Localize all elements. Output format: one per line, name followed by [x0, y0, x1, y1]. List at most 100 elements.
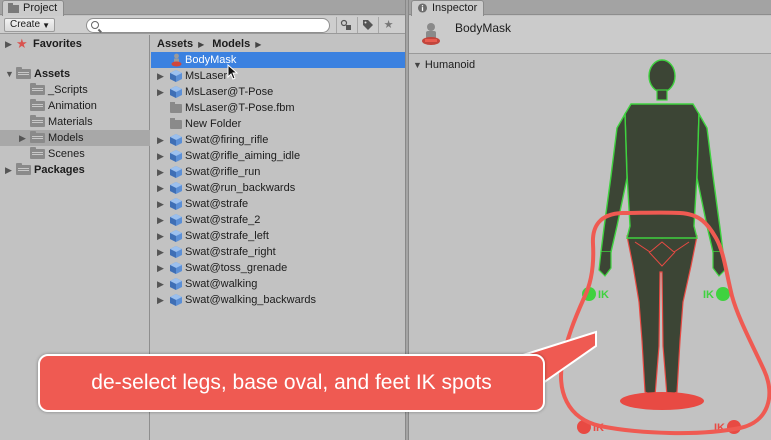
file-row[interactable]: ▶ Swat@rifle_run: [151, 164, 405, 180]
tree-item-materials[interactable]: Materials: [0, 114, 150, 130]
tree-label: Materials: [48, 116, 93, 128]
expand-arrow-icon[interactable]: ▶: [157, 196, 164, 212]
tree-item-scripts[interactable]: _Scripts: [0, 82, 150, 98]
expand-arrow-icon[interactable]: ▶: [157, 228, 164, 244]
file-label: Swat@run_backwards: [185, 182, 296, 194]
left-hand-ik-toggle[interactable]: IK: [582, 287, 609, 301]
expand-arrow-icon[interactable]: ▶: [157, 276, 164, 292]
tree-item-assets[interactable]: ▼ Assets: [0, 66, 150, 82]
breadcrumb-assets[interactable]: Assets: [157, 38, 193, 50]
legs-region[interactable]: [626, 235, 698, 397]
humanoid-foldout[interactable]: ▼ Humanoid: [413, 58, 475, 72]
tab-inspector[interactable]: Inspector: [411, 0, 485, 16]
right-foot-ik-toggle[interactable]: IK: [714, 420, 741, 434]
tab-project[interactable]: Project: [2, 0, 65, 16]
svg-text:IK: IK: [598, 289, 609, 301]
expand-arrow-icon[interactable]: ▶: [157, 260, 164, 276]
filter-by-label-button[interactable]: [357, 17, 377, 33]
create-button-label: Create: [10, 19, 41, 30]
project-tab-strip: Project: [0, 0, 405, 16]
dropdown-arrow-icon: ▼: [42, 21, 51, 30]
expand-arrow-icon[interactable]: ▶: [157, 132, 164, 148]
expand-arrow-icon[interactable]: ▶: [157, 84, 164, 100]
folder-icon: [170, 118, 182, 129]
file-row[interactable]: ▶ Swat@run_backwards: [151, 180, 405, 196]
expand-arrow-icon[interactable]: ▶: [157, 68, 164, 84]
model-icon: [170, 86, 182, 98]
file-row[interactable]: BodyMask: [151, 52, 405, 68]
expand-arrow-icon[interactable]: ▶: [157, 292, 164, 308]
file-label: MsLaser: [185, 70, 228, 82]
file-row[interactable]: ▶ Swat@walking_backwards: [151, 292, 405, 308]
breadcrumb: Assets ▶ Models ▶: [157, 37, 266, 51]
folder-icon: [30, 99, 45, 111]
expand-arrow-icon[interactable]: ▶: [19, 130, 26, 146]
file-row[interactable]: ▶ Swat@strafe_left: [151, 228, 405, 244]
expand-arrow-icon[interactable]: ▶: [5, 36, 12, 52]
tree-item-animation[interactable]: Animation: [0, 98, 150, 114]
file-row[interactable]: ▶ Swat@firing_rifle: [151, 132, 405, 148]
favorites-star-icon: ★: [16, 36, 28, 51]
folder-icon: [8, 3, 19, 13]
file-label: Swat@firing_rifle: [185, 134, 269, 146]
filter-by-type-button[interactable]: [336, 17, 356, 33]
favorite-search-button[interactable]: ★: [378, 17, 398, 33]
breadcrumb-models[interactable]: Models: [212, 38, 250, 50]
tab-inspector-label: Inspector: [432, 2, 478, 14]
expand-arrow-icon[interactable]: ▶: [157, 180, 164, 196]
file-row[interactable]: ▶ Swat@strafe_right: [151, 244, 405, 260]
model-icon: [170, 246, 182, 258]
project-toolbar: Create ▼ ★: [0, 16, 405, 34]
create-button[interactable]: Create ▼: [4, 18, 56, 32]
file-row[interactable]: New Folder: [151, 116, 405, 132]
chevron-right-icon: ▶: [255, 40, 262, 49]
tree-label: Animation: [48, 100, 97, 112]
tree-item-favorites[interactable]: ▶ ★ Favorites: [0, 36, 150, 52]
tree-item-scenes[interactable]: Scenes: [0, 146, 150, 162]
left-foot-ik-toggle[interactable]: IK: [577, 420, 604, 434]
file-label: MsLaser@T-Pose: [185, 86, 274, 98]
file-row[interactable]: ▶ Swat@strafe: [151, 196, 405, 212]
file-label: Swat@walking: [185, 278, 258, 290]
file-row[interactable]: ▶ Swat@strafe_2: [151, 212, 405, 228]
folder-icon: [16, 163, 31, 175]
search-input[interactable]: [86, 18, 330, 33]
folder-icon: [16, 67, 31, 79]
file-row[interactable]: MsLaser@T-Pose.fbm: [151, 100, 405, 116]
model-icon: [170, 166, 182, 178]
avatar-mask-icon: [422, 23, 440, 45]
tree-item-packages[interactable]: ▶ Packages: [0, 162, 150, 178]
model-icon: [170, 182, 182, 194]
file-label: Swat@strafe_left: [185, 230, 269, 242]
tree-label: Assets: [34, 68, 71, 80]
right-hand-ik-toggle[interactable]: IK: [703, 287, 730, 301]
humanoid-label: Humanoid: [424, 59, 476, 71]
model-icon: [170, 262, 182, 274]
tree-item-models[interactable]: ▶ Models: [0, 130, 150, 146]
file-row[interactable]: ▶ MsLaser@T-Pose: [151, 84, 405, 100]
file-row[interactable]: ▶ Swat@toss_grenade: [151, 260, 405, 276]
humanoid-body-mask: IK IK IK IK: [577, 59, 741, 434]
root-base-oval[interactable]: [620, 392, 704, 410]
file-row[interactable]: ▶ MsLaser: [151, 68, 405, 84]
file-label: Swat@strafe: [185, 198, 249, 210]
tree-label: _Scripts: [48, 84, 88, 96]
model-icon: [170, 230, 182, 242]
model-icon: [170, 214, 182, 226]
expand-arrow-icon[interactable]: ▶: [157, 244, 164, 260]
annotation-text: de-select legs, base oval, and feet IK s…: [91, 371, 492, 394]
file-row[interactable]: ▶ Swat@walking: [151, 276, 405, 292]
expand-arrow-icon[interactable]: ▶: [157, 164, 164, 180]
svg-text:IK: IK: [593, 422, 604, 434]
collapse-arrow-icon: ▼: [413, 60, 422, 70]
tree-label: Scenes: [48, 148, 85, 160]
expand-arrow-icon[interactable]: ▶: [5, 162, 12, 178]
collapse-arrow-icon[interactable]: ▼: [5, 66, 14, 82]
file-row[interactable]: ▶ Swat@rifle_aiming_idle: [151, 148, 405, 164]
expand-arrow-icon[interactable]: ▶: [157, 148, 164, 164]
model-icon: [170, 198, 182, 210]
tab-project-label: Project: [23, 2, 58, 14]
filter-by-label-icon: [362, 20, 373, 30]
filter-by-type-icon: [340, 19, 351, 30]
expand-arrow-icon[interactable]: ▶: [157, 212, 164, 228]
